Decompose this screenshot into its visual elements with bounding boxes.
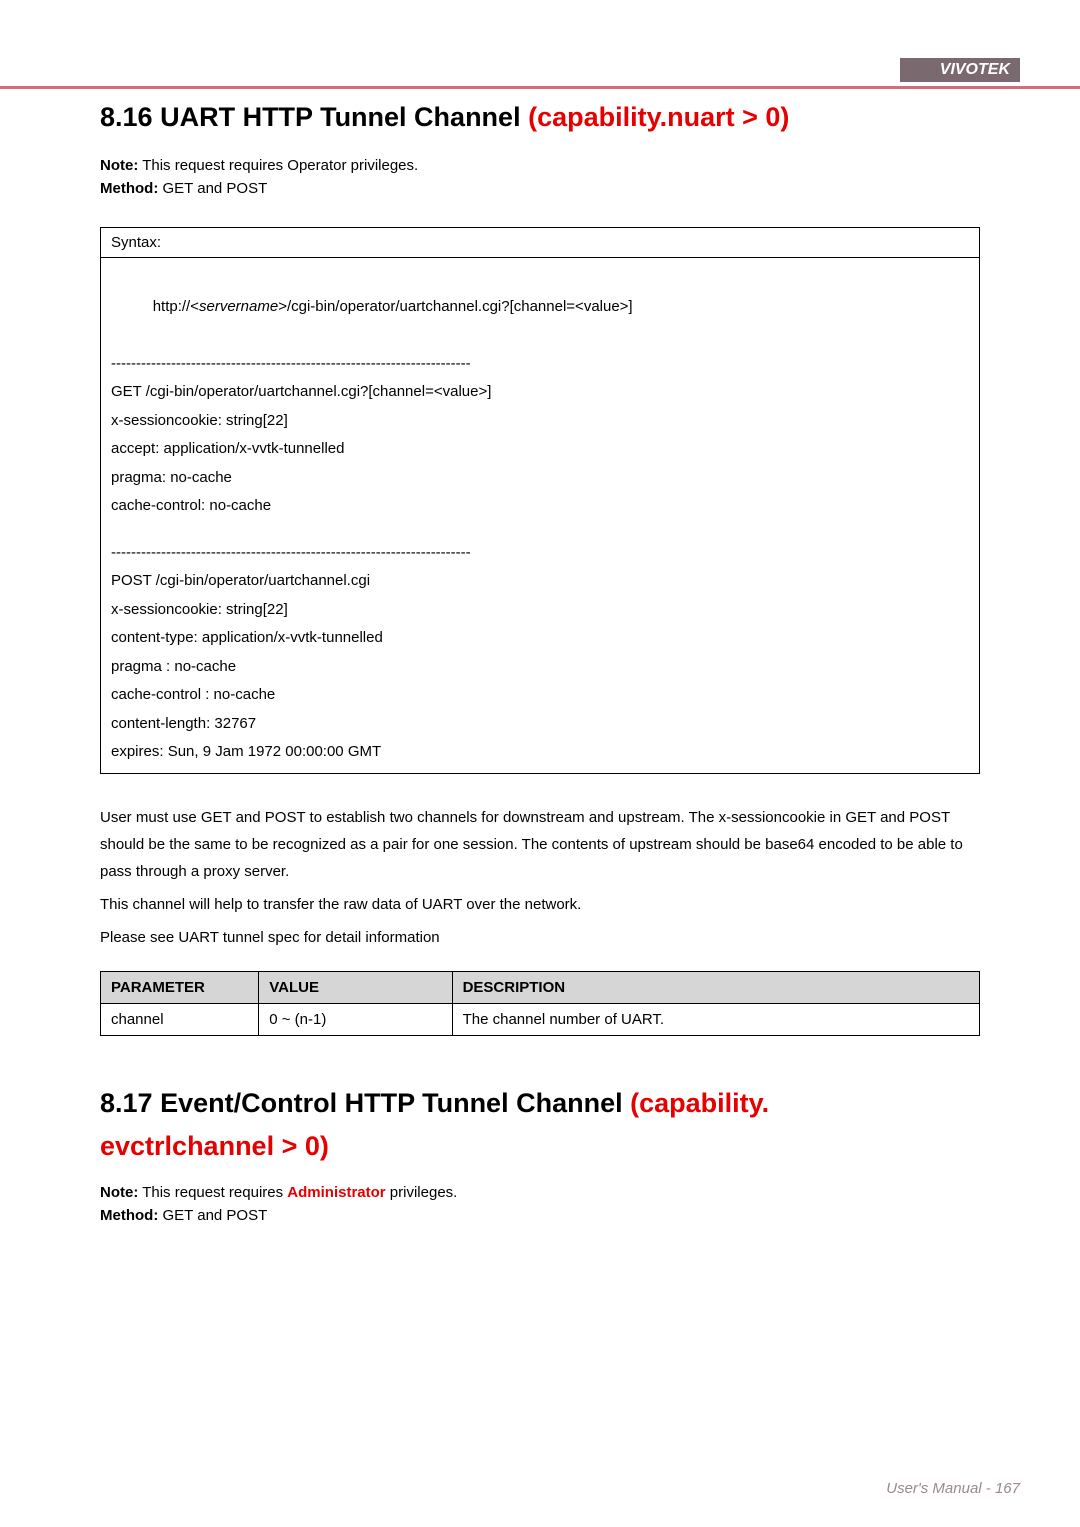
parameter-table: PARAMETER VALUE DESCRIPTION channel 0 ~ … [100, 971, 980, 1036]
method-line-2: Method: GET and POST [100, 1207, 980, 1224]
note-text-2: This request requires Administrator priv… [138, 1184, 457, 1201]
th-value: VALUE [259, 971, 452, 1003]
block1-5: cache-control: no-cache [111, 492, 969, 521]
note-line: Note: This request requires Operator pri… [100, 157, 980, 174]
th-parameter: PARAMETER [101, 971, 259, 1003]
note-label: Note: [100, 157, 138, 174]
section-817-title: 8.17 Event/Control HTTP Tunnel Channel (… [100, 1086, 980, 1121]
table-header-row: PARAMETER VALUE DESCRIPTION [101, 971, 980, 1003]
block1-1: GET /cgi-bin/operator/uartchannel.cgi?[c… [111, 378, 969, 407]
capability-subline: evctrlchannel > 0) [100, 1131, 980, 1162]
note-line-2: Note: This request requires Administrato… [100, 1184, 980, 1201]
td-value: 0 ~ (n-1) [259, 1003, 452, 1035]
section-number-2: 8.17 [100, 1088, 153, 1118]
block2-7: expires: Sun, 9 Jam 1972 00:00:00 GMT [111, 738, 969, 767]
syntax-header: Syntax: [101, 228, 979, 258]
block1-2: x-sessioncookie: string[22] [111, 407, 969, 436]
note-text: This request requires Operator privilege… [138, 157, 418, 174]
tunnel-description: User must use GET and POST to establish … [100, 804, 980, 951]
desc-para-2: This channel will help to transfer the r… [100, 891, 980, 918]
page-footer: User's Manual - 167 [886, 1480, 1020, 1497]
url-servername: servername [199, 298, 278, 315]
syntax-url: http://<servername>/cgi-bin/operator/uar… [111, 264, 969, 350]
method-text: GET and POST [158, 180, 267, 197]
block2-2: x-sessioncookie: string[22] [111, 596, 969, 625]
syntax-box: Syntax: http://<servername>/cgi-bin/oper… [100, 227, 980, 774]
brand-label: VIVOTEK [900, 58, 1020, 82]
admin-privileges: Administrator [287, 1184, 385, 1201]
block2-3: content-type: application/x-vvtk-tunnell… [111, 624, 969, 653]
block-separator [111, 521, 969, 539]
method-label-2: Method: [100, 1207, 158, 1224]
header-rule [0, 86, 1080, 89]
note-label-2: Note: [100, 1184, 138, 1201]
block2-0: ----------------------------------------… [111, 539, 969, 568]
section-817: 8.17 Event/Control HTTP Tunnel Channel (… [100, 1086, 980, 1224]
section-title-text-2: Event/Control HTTP Tunnel Channel [160, 1088, 630, 1118]
method-text-2: GET and POST [158, 1207, 267, 1224]
desc-para-1: User must use GET and POST to establish … [100, 804, 980, 885]
block1-3: accept: application/x-vvtk-tunnelled [111, 435, 969, 464]
method-line: Method: GET and POST [100, 180, 980, 197]
th-description: DESCRIPTION [452, 971, 979, 1003]
td-description: The channel number of UART. [452, 1003, 979, 1035]
section-number: 8.16 [100, 102, 153, 132]
block1-4: pragma: no-cache [111, 464, 969, 493]
syntax-body: http://<servername>/cgi-bin/operator/uar… [101, 258, 979, 773]
block2-4: pragma : no-cache [111, 653, 969, 682]
block1-0: ----------------------------------------… [111, 350, 969, 379]
desc-para-3: Please see UART tunnel spec for detail i… [100, 924, 980, 951]
table-row: channel 0 ~ (n-1) The channel number of … [101, 1003, 980, 1035]
block2-6: content-length: 32767 [111, 710, 969, 739]
section-816-title: 8.16 UART HTTP Tunnel Channel (capabilit… [100, 100, 980, 135]
url-part-c: >/cgi-bin/operator/uartchannel.cgi?[chan… [278, 298, 632, 315]
block2-5: cache-control : no-cache [111, 681, 969, 710]
block2-1: POST /cgi-bin/operator/uartchannel.cgi [111, 567, 969, 596]
section-title-text: UART HTTP Tunnel Channel [160, 102, 528, 132]
url-part-a: http://< [153, 298, 199, 315]
capability-text-2: (capability. [630, 1088, 769, 1118]
method-label: Method: [100, 180, 158, 197]
td-parameter: channel [101, 1003, 259, 1035]
capability-text: (capability.nuart > 0) [528, 102, 789, 132]
